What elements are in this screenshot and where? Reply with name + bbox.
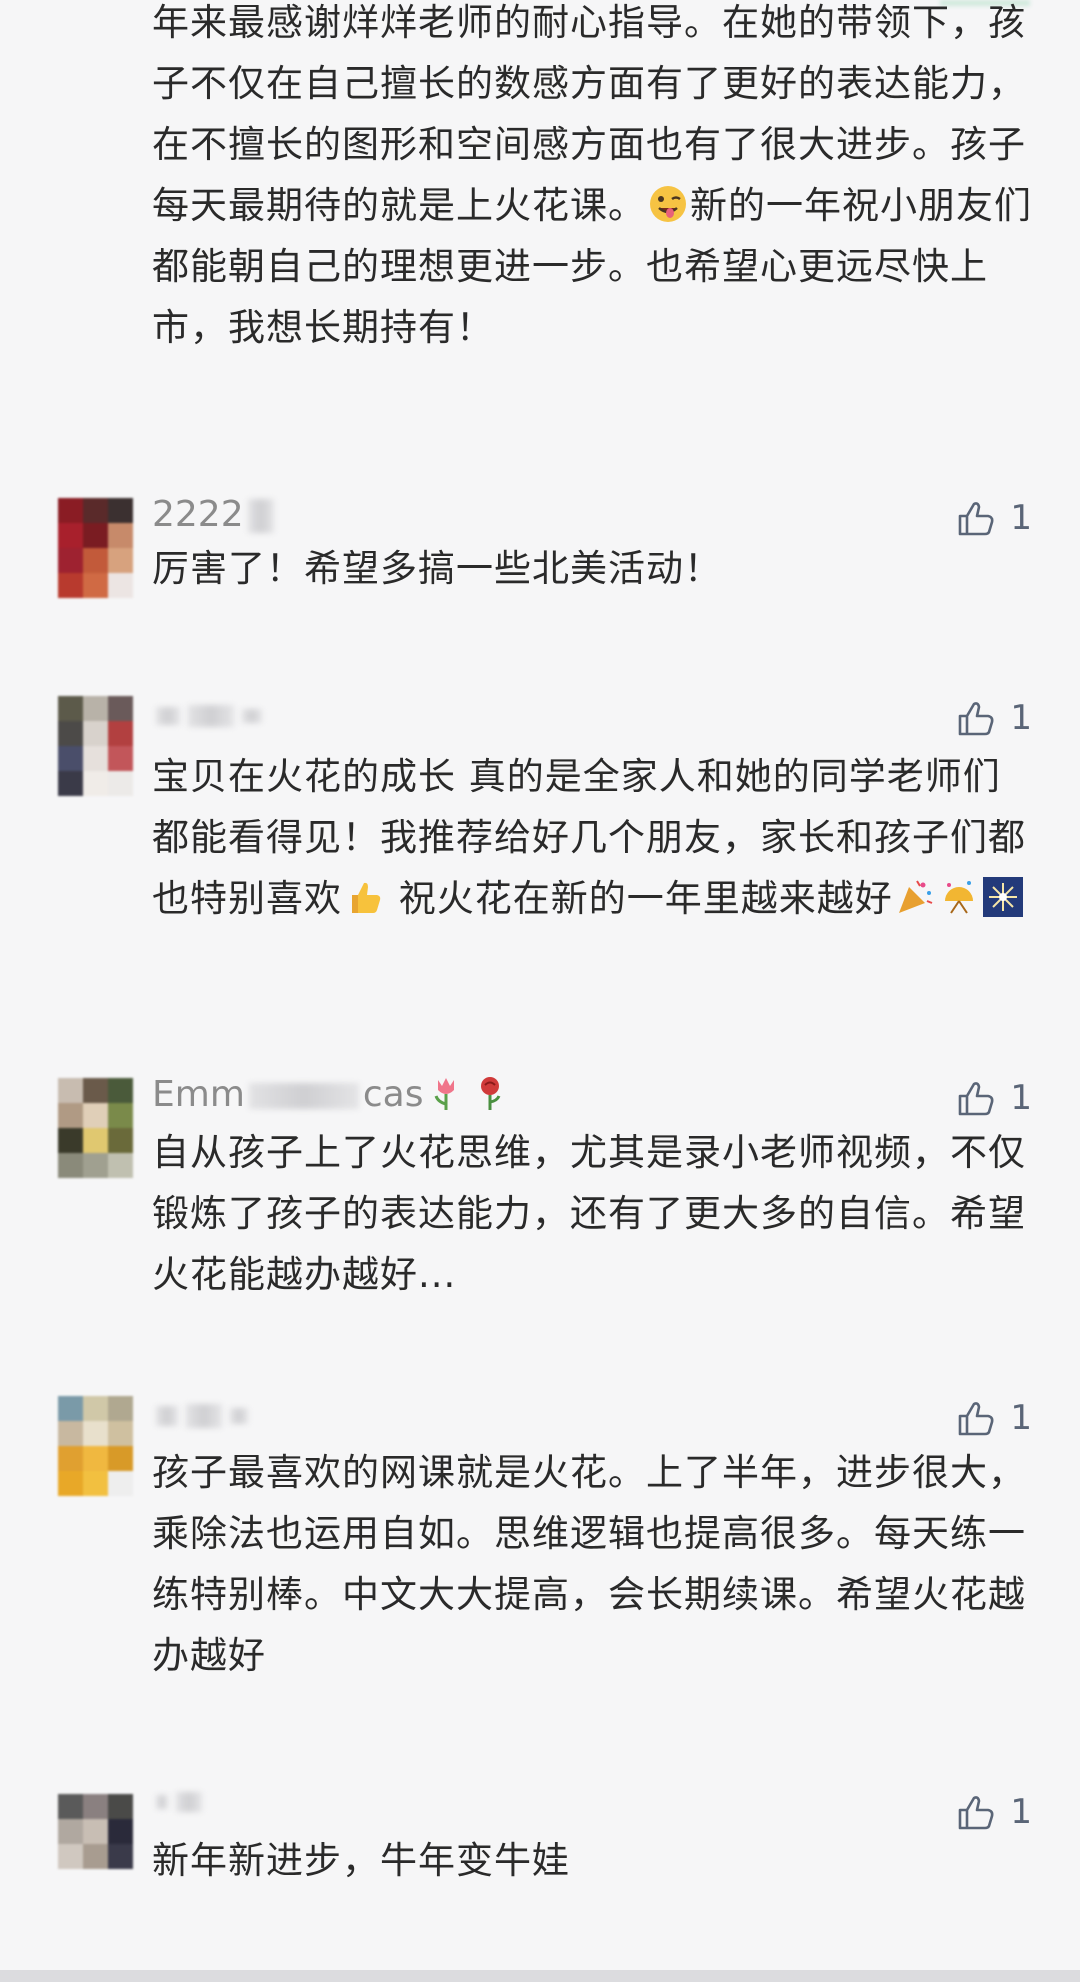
avatar[interactable] (58, 1396, 134, 1496)
like-button[interactable]: 1 (954, 496, 1032, 540)
comment-text: 宝贝在火花的成长 真的是全家人和她的同学老师们都能看得见！我推荐给好几个朋友，家… (152, 755, 1026, 920)
commenter-name[interactable] (152, 690, 266, 740)
commenter-name[interactable]: 2222 (152, 490, 278, 540)
comment-text: 新年新进步，牛年变牛娃 (152, 1839, 570, 1882)
rose-emoji (480, 1077, 500, 1110)
like-button[interactable]: 1 (954, 696, 1032, 740)
avatar[interactable] (58, 1794, 134, 1874)
commenter-name[interactable] (152, 1390, 252, 1440)
thumbs-up-icon (959, 1796, 994, 1830)
like-count: 1 (1010, 1398, 1032, 1438)
thumbs-up-icon (959, 1082, 994, 1116)
comment-text: 孩子最喜欢的网课就是火花。上了半年，进步很大，乘除法也运用自如。思维逻辑也提高很… (152, 1451, 1026, 1677)
comment-text: 厉害了！希望多搞一些北美活动！ (152, 547, 722, 590)
winking-tongue-emoji (650, 186, 686, 222)
like-count: 1 (1010, 498, 1032, 538)
thumbs-up-emoji (352, 882, 381, 913)
commenter-name[interactable] (152, 1776, 206, 1826)
like-button[interactable]: 1 (954, 1396, 1032, 1440)
like-button[interactable]: 1 (954, 1790, 1032, 1834)
sparkler-emoji (982, 877, 1023, 917)
commenter-name[interactable]: Emm cas (152, 1070, 512, 1120)
thumbs-up-icon (959, 702, 994, 736)
like-count: 1 (1010, 1792, 1032, 1832)
confetti-emoji (944, 881, 973, 914)
thumbs-up-icon (959, 502, 994, 536)
thumbs-up-icon (959, 1402, 994, 1436)
like-count: 1 (1010, 698, 1032, 738)
avatar[interactable] (58, 498, 134, 598)
comment-text-continued: 年来最感谢烊烊老师的耐心指导。在她的带领下，孩子不仅在自己擅长的数感方面有了更好… (152, 1, 1032, 349)
comment-text: 自从孩子上了火花思维，尤其是录小老师视频，不仅锻炼了孩子的表达能力，还有了更大多… (152, 1131, 1026, 1296)
party-popper-emoji (898, 880, 933, 913)
comments-page: 年来最感谢烊烊老师的耐心指导。在她的带领下，孩子不仅在自己擅长的数感方面有了更好… (0, 0, 1080, 1982)
tulip-emoji (434, 1078, 454, 1110)
avatar[interactable] (58, 1078, 134, 1178)
like-button[interactable]: 1 (954, 1076, 1032, 1120)
bottom-divider (0, 1970, 1080, 1982)
like-count: 1 (1010, 1078, 1032, 1118)
avatar[interactable] (58, 696, 134, 796)
